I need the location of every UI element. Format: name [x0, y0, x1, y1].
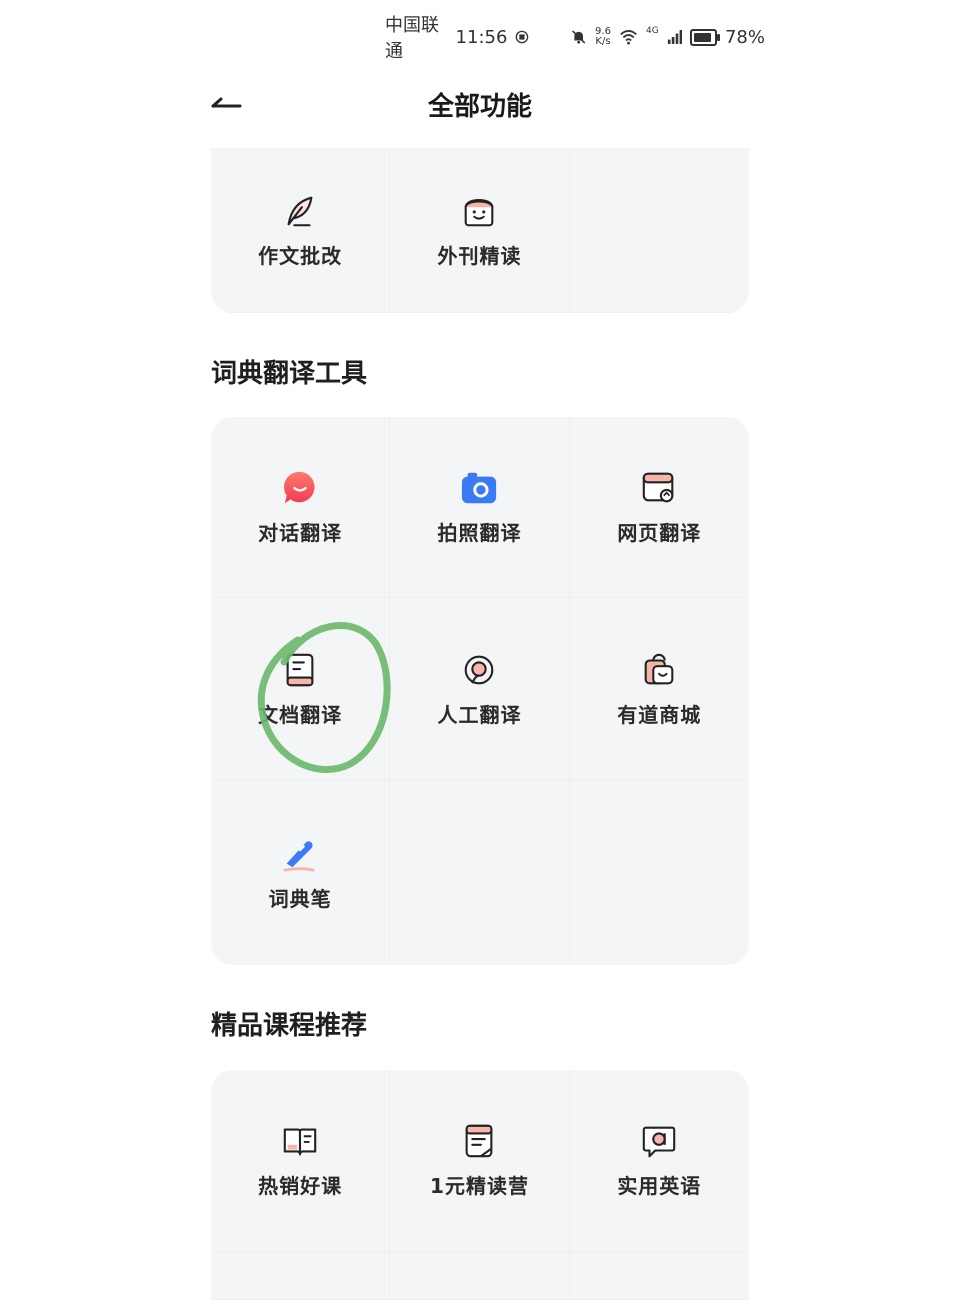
dict-tools-panel: 对话翻译 拍照翻译 网页翻译 文档翻译 人工翻译 有道商城 词典笔 [211, 417, 749, 965]
empty-cell [569, 148, 749, 313]
wifi-icon [620, 30, 637, 45]
tool-photo-translation[interactable]: 拍照翻译 [390, 417, 570, 598]
tool-label: 文档翻译 [258, 702, 343, 727]
tool-label: 作文批改 [258, 243, 343, 268]
carrier-name: 中国联通 [385, 15, 439, 62]
course-practical-english[interactable]: 实用英语 [569, 1070, 749, 1252]
network-type: 4G [646, 26, 659, 36]
course-one-yuan-reading[interactable]: 1元精读营 [390, 1070, 570, 1252]
camera-icon [462, 472, 497, 503]
book-icon [283, 1128, 317, 1156]
bread-face-icon [465, 198, 494, 226]
tool-dictionary-pen[interactable]: 词典笔 [211, 781, 391, 965]
tool-webpage-translation[interactable]: 网页翻译 [569, 417, 749, 598]
tool-document-translation[interactable]: 文档翻译 [211, 598, 391, 781]
courses-panel: 热销好课 1元精读营 实用英语 [211, 1070, 749, 1300]
tool-label: 对话翻译 [258, 520, 343, 545]
app-notification-icon [516, 30, 529, 44]
top-tools-panel: 作文批改 外刊精读 [211, 148, 749, 313]
speech-a-icon [643, 1126, 676, 1158]
mute-bell-icon [571, 30, 585, 44]
tool-label: 人工翻译 [437, 702, 522, 727]
net-speed: 9.6 K/s [595, 27, 611, 47]
empty-cell [390, 781, 570, 965]
section-title-dict-tools: 词典翻译工具 [211, 359, 368, 389]
section-title-courses: 精品课程推荐 [211, 1011, 368, 1041]
clock: 11:56 [455, 26, 508, 48]
tool-youdao-mall[interactable]: 有道商城 [569, 598, 749, 781]
course-label: 热销好课 [258, 1174, 343, 1198]
signal-bars-icon [667, 30, 682, 44]
tool-essay-correction[interactable]: 作文批改 [211, 148, 391, 313]
tool-label: 拍照翻译 [437, 520, 522, 545]
tool-foreign-magazine[interactable]: 外刊精读 [390, 148, 570, 313]
empty-cell [570, 781, 749, 965]
course-hot-sale[interactable]: 热销好课 [211, 1070, 391, 1252]
course-cell-partial[interactable] [569, 1252, 749, 1300]
header: 全部功能 [210, 70, 750, 140]
page-title: 全部功能 [427, 92, 532, 122]
document-icon [286, 653, 314, 686]
chat-bubble-icon [284, 471, 315, 503]
net-speed-unit: K/s [595, 36, 611, 47]
tool-human-translation[interactable]: 人工翻译 [390, 598, 570, 781]
tool-label: 网页翻译 [617, 520, 702, 545]
tool-dialogue-translation[interactable]: 对话翻译 [211, 417, 391, 598]
shopping-bag-icon [644, 653, 674, 684]
battery-icon [690, 28, 720, 46]
course-cell-partial[interactable] [211, 1252, 391, 1300]
webpage-icon [643, 472, 674, 502]
battery-percent: 78% [724, 26, 765, 48]
status-bar: 中国联通 11:56 9.6 K/s 4G 78% [385, 15, 765, 62]
tool-label: 外刊精读 [437, 243, 522, 268]
course-label: 1元精读营 [430, 1174, 529, 1198]
notebook-icon [466, 1124, 493, 1158]
tool-label: 有道商城 [617, 702, 702, 727]
course-cell-partial[interactable] [390, 1252, 570, 1300]
course-label: 实用英语 [617, 1174, 702, 1198]
dictionary-pen-icon [283, 840, 315, 872]
tool-label: 词典笔 [268, 886, 332, 911]
headset-icon [465, 655, 494, 684]
quill-icon [287, 196, 313, 226]
